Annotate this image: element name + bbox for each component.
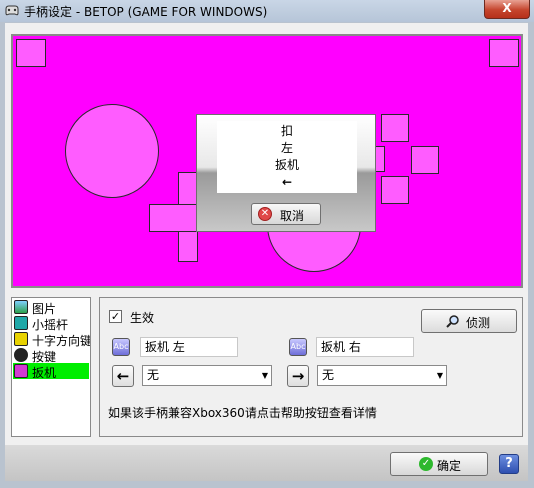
close-button[interactable]: X bbox=[484, 0, 530, 19]
chevron-down-icon: ▼ bbox=[436, 371, 443, 380]
category-item-trigger[interactable]: 扳机 bbox=[13, 363, 89, 380]
text-field-icon: Abc bbox=[289, 338, 307, 356]
left-arrow-button[interactable]: ← bbox=[112, 365, 134, 387]
settings-panel: ✓ 生效 侦测 Abc 扳机 左 Abc 扳机 右 ← 无 ▼ → 无 ▼ 如果… bbox=[99, 297, 523, 437]
trigger-prompt-dialog: 扣 左 扳机 ← ✕ 取消 bbox=[196, 114, 376, 232]
checkmark-icon: ✓ bbox=[419, 457, 433, 471]
category-label: 扳机 bbox=[32, 366, 57, 380]
trigger-prompt-text: 扣 左 扳机 ← bbox=[217, 121, 357, 193]
category-item-picture[interactable]: 图片 bbox=[13, 299, 89, 316]
left-mapping-select[interactable]: 无 ▼ bbox=[142, 365, 272, 386]
button-icon bbox=[14, 348, 28, 362]
detect-button[interactable]: 侦测 bbox=[421, 309, 517, 333]
window-title: 手柄设定 - BETOP (GAME FOR WINDOWS) bbox=[24, 5, 268, 19]
joystick-icon bbox=[14, 316, 28, 330]
prompt-line: 扣 bbox=[280, 124, 293, 138]
right-mapping-value: 无 bbox=[322, 368, 335, 382]
left-bumper-zone[interactable] bbox=[16, 39, 46, 67]
dpad-icon bbox=[14, 332, 28, 346]
category-list: 图片 小摇杆 十字方向键 按键 扳机 bbox=[11, 297, 91, 437]
title-bar: 手柄设定 - BETOP (GAME FOR WINDOWS) bbox=[0, 0, 534, 22]
right-trigger-field[interactable]: 扳机 右 bbox=[316, 337, 414, 357]
left-stick-zone[interactable] bbox=[65, 104, 159, 198]
button-a-zone[interactable] bbox=[381, 176, 409, 204]
cancel-icon: ✕ bbox=[258, 207, 272, 221]
left-mapping-value: 无 bbox=[147, 368, 160, 382]
chevron-down-icon: ▼ bbox=[261, 371, 268, 380]
text-field-icon: Abc bbox=[112, 338, 130, 356]
ok-button[interactable]: ✓ 确定 bbox=[390, 452, 488, 476]
gamepad-icon bbox=[5, 5, 19, 16]
cancel-button[interactable]: ✕ 取消 bbox=[251, 203, 321, 225]
button-b-zone[interactable] bbox=[411, 146, 439, 174]
prompt-line: 扳机 bbox=[274, 158, 299, 172]
category-item-joystick[interactable]: 小摇杆 bbox=[13, 315, 89, 332]
left-arrow-icon: ← bbox=[116, 367, 130, 385]
prompt-line: 左 bbox=[280, 141, 293, 155]
ok-label: 确定 bbox=[437, 459, 462, 473]
category-item-buttons[interactable]: 按键 bbox=[13, 347, 89, 364]
help-button[interactable]: ? bbox=[499, 454, 519, 474]
cancel-label: 取消 bbox=[280, 209, 305, 223]
category-item-dpad[interactable]: 十字方向键 bbox=[13, 331, 90, 348]
xbox-hint-text: 如果该手柄兼容Xbox360请点击帮助按钮查看详情 bbox=[108, 406, 377, 420]
help-icon: ? bbox=[505, 456, 513, 471]
right-bumper-zone[interactable] bbox=[489, 39, 519, 67]
detect-label: 侦测 bbox=[466, 316, 491, 330]
right-arrow-icon: → bbox=[291, 367, 305, 385]
left-trigger-field[interactable]: 扳机 左 bbox=[140, 337, 238, 357]
left-arrow-icon: ← bbox=[281, 175, 293, 189]
enabled-checkbox[interactable]: ✓ bbox=[109, 310, 122, 323]
enabled-label: 生效 bbox=[130, 311, 155, 325]
window: 手柄设定 - BETOP (GAME FOR WINDOWS) X 扣 左 扳机… bbox=[0, 0, 534, 488]
button-y-zone[interactable] bbox=[381, 114, 409, 142]
right-arrow-button[interactable]: → bbox=[287, 365, 309, 387]
right-mapping-select[interactable]: 无 ▼ bbox=[317, 365, 447, 386]
trigger-icon bbox=[14, 364, 28, 378]
close-icon: X bbox=[502, 1, 512, 15]
picture-icon bbox=[14, 300, 28, 314]
magnifier-icon bbox=[446, 315, 459, 328]
